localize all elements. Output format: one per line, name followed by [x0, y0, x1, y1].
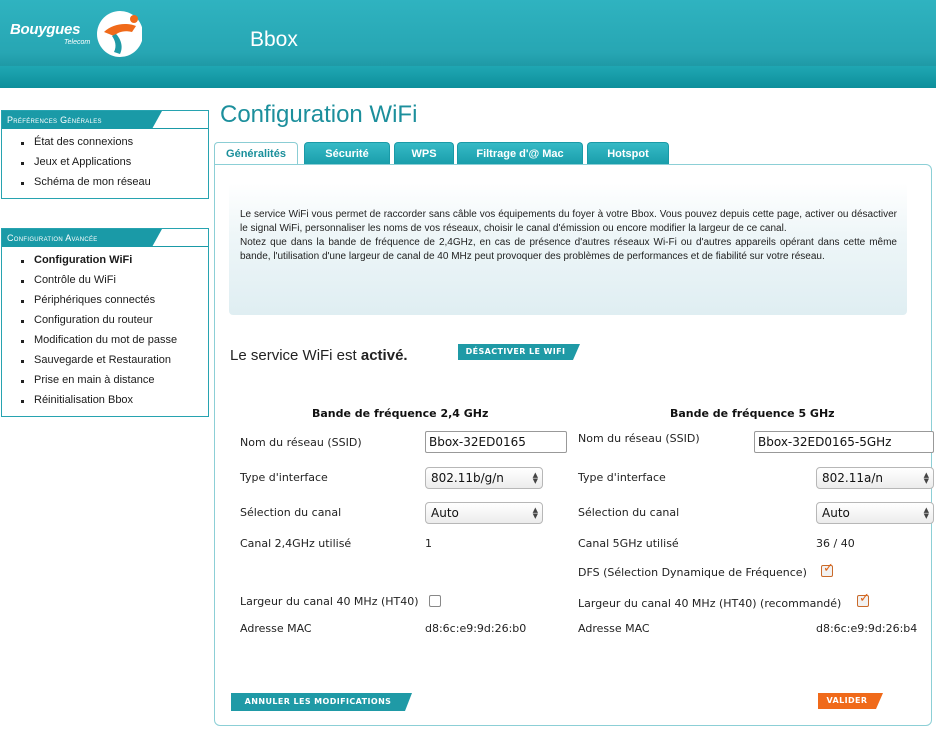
info-paragraph-1: Le service WiFi vous permet de raccorder…: [240, 209, 897, 234]
logo-subtext: Telecom: [64, 39, 91, 46]
validate-button[interactable]: VALIDER: [818, 693, 883, 709]
sidebar-item-jeux-applications[interactable]: Jeux et Applications: [2, 152, 208, 172]
channel-24-select[interactable]: Auto ▲ ▼: [425, 502, 543, 524]
sidebar-item-reinitialisation[interactable]: Réinitialisation Bbox: [2, 390, 208, 410]
info-box: Le service WiFi vous permet de raccorder…: [229, 183, 907, 315]
ht40-5-label: Largeur du canal 40 MHz (HT40) (recomman…: [578, 597, 842, 610]
page-title: Configuration WiFi: [220, 101, 418, 128]
ssid-5-label: Nom du réseau (SSID): [578, 432, 700, 445]
sidebar-advanced-panel: Configuration Avancée Configuration WiFi…: [1, 228, 209, 417]
ht40-5-checkbox[interactable]: ✓: [857, 591, 870, 607]
checkmark-icon: ✓: [859, 591, 870, 606]
mac-5-value: d8:6c:e9:9d:26:b4: [816, 622, 918, 635]
bouygues-logo[interactable]: Bouygues Telecom: [8, 8, 143, 63]
sidebar-general-list: État des connexions Jeux et Applications…: [2, 129, 208, 198]
bullet-icon: [21, 400, 24, 403]
tab-hotspot[interactable]: Hotspot: [587, 142, 669, 164]
mac-5-label: Adresse MAC: [578, 622, 650, 635]
sidebar-item-prise-en-main[interactable]: Prise en main à distance: [2, 370, 208, 390]
ht40-24-checkbox[interactable]: [429, 595, 441, 607]
sidebar-item-configuration-wifi[interactable]: Configuration WiFi: [2, 250, 208, 270]
channel-24-used-value: 1: [425, 537, 432, 550]
sidebar-item-sauvegarde[interactable]: Sauvegarde et Restauration: [2, 350, 208, 370]
bullet-icon: [21, 142, 24, 145]
sidebar-item-configuration-routeur[interactable]: Configuration du routeur: [2, 310, 208, 330]
tab-wps[interactable]: WPS: [394, 142, 454, 164]
ssid-5-input[interactable]: [754, 431, 934, 453]
channel-5-used-label: Canal 5GHz utilisé: [578, 537, 679, 550]
channel-5-select[interactable]: Auto ▲ ▼: [816, 502, 934, 524]
sidebar-general-title: Préférences Générales: [2, 111, 162, 129]
logo-text: Bouygues: [10, 21, 81, 38]
info-paragraph-2: Notez que dans la bande de fréquence de …: [240, 237, 897, 262]
ssid-24-label: Nom du réseau (SSID): [240, 436, 362, 449]
spinner-arrows-icon: ▲ ▼: [532, 471, 538, 485]
bullet-icon: [21, 300, 24, 303]
bullet-icon: [21, 320, 24, 323]
sidebar-advanced-title: Configuration Avancée: [2, 229, 162, 247]
mac-24-label: Adresse MAC: [240, 622, 312, 635]
wifi-status-value: activé.: [360, 347, 408, 364]
bullet-icon: [21, 280, 24, 283]
bullet-icon: [21, 260, 24, 263]
sidebar-item-schema-reseau[interactable]: Schéma de mon réseau: [2, 172, 208, 192]
dfs-label: DFS (Sélection Dynamique de Fréquence): [578, 566, 807, 579]
header-stripe: [0, 66, 936, 88]
bullet-icon: [21, 182, 24, 185]
spinner-arrows-icon: ▲ ▼: [532, 506, 538, 520]
logo-mark-icon: [97, 11, 142, 57]
interface-24-select[interactable]: 802.11b/g/n ▲ ▼: [425, 467, 543, 489]
header-bar: Bouygues Telecom Bbox: [0, 0, 936, 88]
band-5-title: Bande de fréquence 5 GHz: [670, 407, 835, 420]
tab-securite[interactable]: Sécurité: [304, 142, 390, 164]
bullet-icon: [21, 360, 24, 363]
bullet-icon: [21, 162, 24, 165]
bullet-icon: [21, 380, 24, 383]
interface-24-label: Type d'interface: [240, 471, 328, 484]
wifi-status-prefix: Le service WiFi est: [230, 347, 357, 364]
channel-24-label: Sélection du canal: [240, 506, 342, 519]
sidebar-item-controle-wifi[interactable]: Contrôle du WiFi: [2, 270, 208, 290]
channel-5-used-value: 36 / 40: [816, 537, 855, 550]
sidebar-item-etat-connexions[interactable]: État des connexions: [2, 132, 208, 152]
tab-generalites[interactable]: Généralités: [214, 142, 298, 165]
app-title: Bbox: [250, 28, 298, 51]
interface-5-select[interactable]: 802.11a/n ▲ ▼: [816, 467, 934, 489]
deactivate-wifi-button[interactable]: DÉSACTIVER LE WIFI: [458, 344, 580, 360]
channel-5-label: Sélection du canal: [578, 506, 680, 519]
checkmark-icon: ✓: [823, 561, 834, 576]
dfs-checkbox[interactable]: ✓: [821, 561, 834, 577]
bullet-icon: [21, 340, 24, 343]
sidebar-general-panel: Préférences Générales État des connexion…: [1, 110, 209, 199]
interface-5-label: Type d'interface: [578, 471, 666, 484]
tab-filtrage-mac[interactable]: Filtrage d'@ Mac: [457, 142, 583, 164]
sidebar-item-mot-de-passe[interactable]: Modification du mot de passe: [2, 330, 208, 350]
spinner-arrows-icon: ▲ ▼: [923, 506, 929, 520]
mac-24-value: d8:6c:e9:9d:26:b0: [425, 622, 527, 635]
ht40-24-label: Largeur du canal 40 MHz (HT40): [240, 595, 419, 608]
content-panel: Le service WiFi vous permet de raccorder…: [214, 164, 934, 726]
sidebar-advanced-list: Configuration WiFi Contrôle du WiFi Péri…: [2, 247, 208, 416]
sidebar-item-peripheriques[interactable]: Périphériques connectés: [2, 290, 208, 310]
ssid-24-input[interactable]: [425, 431, 567, 453]
channel-24-used-label: Canal 2,4GHz utilisé: [240, 537, 352, 550]
band-24-title: Bande de fréquence 2,4 GHz: [312, 407, 489, 420]
spinner-arrows-icon: ▲ ▼: [923, 471, 929, 485]
cancel-changes-button[interactable]: ANNULER LES MODIFICATIONS: [231, 693, 412, 711]
wifi-status-text: Le service WiFi est activé.: [230, 347, 408, 364]
